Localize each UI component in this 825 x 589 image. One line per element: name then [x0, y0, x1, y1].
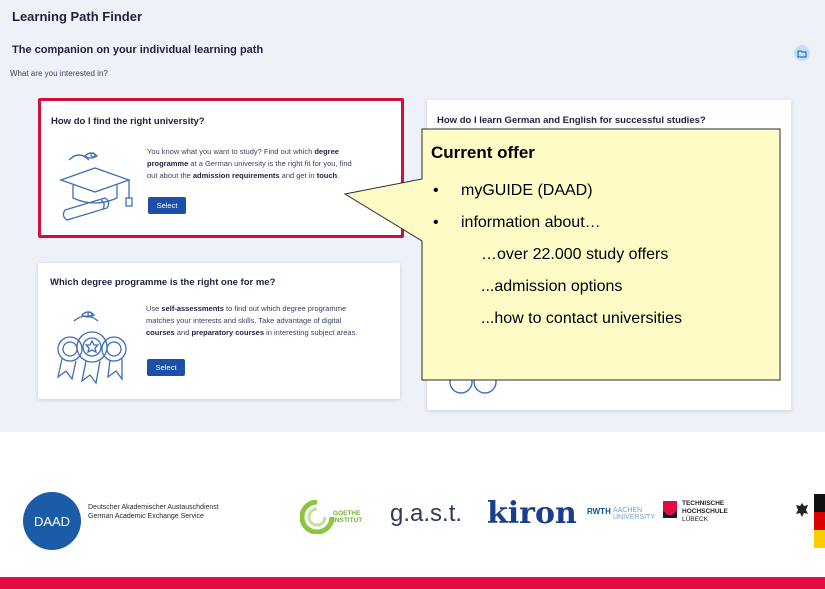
- folder-button[interactable]: [794, 45, 810, 61]
- rwth-subtitle: AACHEN UNIVERSITY: [613, 507, 655, 521]
- th-luebeck-name: TECHNISCHE HOCHSCHULE LÜBECK: [682, 500, 728, 524]
- rwth-line1: AACHEN: [613, 507, 643, 514]
- daad-name: Deutscher Akademischer Austauschdienst G…: [88, 503, 219, 521]
- daad-name-en: German Academic Exchange Service: [88, 513, 204, 520]
- list-item: myGUIDE (DAAD): [431, 175, 682, 207]
- card-title: How do I learn German and English for su…: [437, 115, 706, 126]
- goethe-institut-name: GOETHE INSTITUT: [333, 510, 362, 524]
- select-button[interactable]: Select: [147, 359, 185, 376]
- rwth-logo[interactable]: RWTH: [587, 507, 611, 516]
- card-title: How do I find the right university?: [51, 116, 205, 127]
- learning-path-finder-panel: Learning Path Finder The companion on yo…: [0, 0, 825, 432]
- rwth-line2: UNIVERSITY: [613, 514, 656, 521]
- gast-logo[interactable]: g.a.s.t.: [390, 500, 462, 528]
- federal-eagle-icon: [796, 503, 808, 517]
- goethe-line1: GOETHE: [333, 510, 361, 517]
- daad-name-de: Deutscher Akademischer Austauschdienst: [88, 504, 219, 511]
- th-line1: TECHNISCHE: [682, 500, 725, 507]
- folder-icon: [797, 50, 807, 57]
- goethe-line2: INSTITUT: [333, 517, 363, 524]
- goethe-institut-logo[interactable]: [300, 500, 334, 534]
- daad-logo[interactable]: DAAD: [23, 492, 81, 550]
- kiron-logo[interactable]: kiron: [487, 496, 577, 531]
- th-line2: HOCHSCHULE: [682, 508, 728, 515]
- app-subtitle: The companion on your individual learnin…: [12, 44, 264, 56]
- partner-logos: DAAD Deutscher Akademischer Austauschdie…: [0, 470, 825, 550]
- current-offer-callout: Current offer myGUIDE (DAAD) information…: [343, 128, 781, 381]
- medals-icon: [56, 311, 127, 385]
- bottom-accent-bar: [0, 577, 825, 589]
- list-item: ...admission options: [481, 278, 623, 295]
- list-item: …over 22.000 study offers: [481, 246, 669, 263]
- card-title: Which degree programme is the right one …: [50, 277, 276, 288]
- callout-title: Current offer: [431, 143, 535, 162]
- german-flag-stripe: [814, 494, 825, 548]
- select-button[interactable]: Select: [148, 197, 186, 214]
- th-luebeck-emblem-icon[interactable]: [662, 500, 678, 520]
- card-description: You know what you want to study? Find ou…: [147, 147, 352, 180]
- th-line3: LÜBECK: [682, 516, 709, 523]
- app-title: Learning Path Finder: [12, 9, 143, 24]
- list-item: ...how to contact universities: [481, 310, 682, 327]
- interest-question: What are you interested in?: [10, 69, 108, 78]
- graduation-cap-icon: [59, 152, 133, 221]
- list-item: information about…: [431, 207, 682, 239]
- callout-list: myGUIDE (DAAD) information about… …over …: [431, 175, 682, 335]
- card-description: Use self-assessments to find out which d…: [146, 304, 358, 337]
